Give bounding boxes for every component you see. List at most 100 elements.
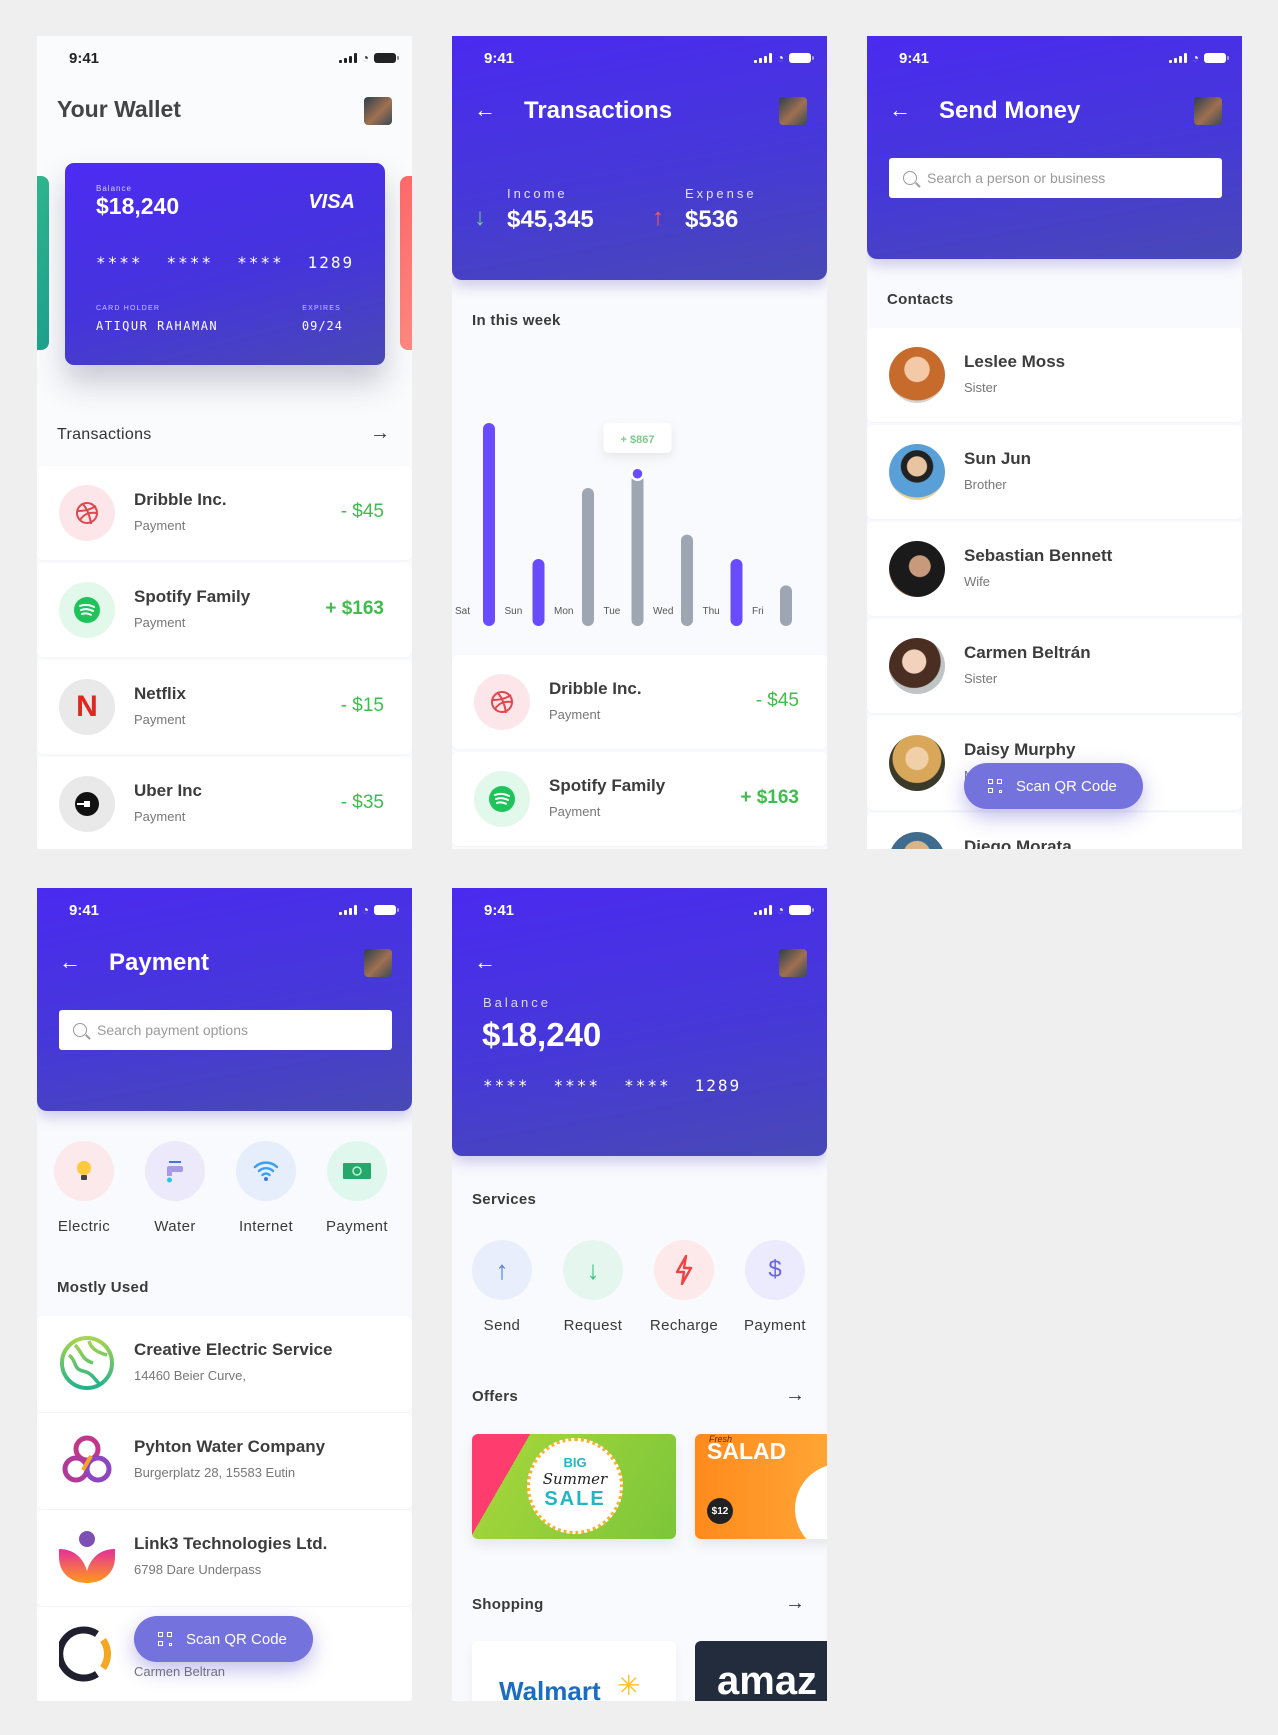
- back-arrow-icon[interactable]: ←: [474, 951, 496, 973]
- wifi-icon: ◔: [1191, 51, 1199, 65]
- service-label: Request: [563, 1317, 623, 1334]
- dribbble-icon: [59, 485, 115, 541]
- next-card[interactable]: [400, 176, 412, 350]
- see-all-offers-arrow-icon[interactable]: →: [785, 1384, 805, 1407]
- contact-name: Sun Jun: [964, 449, 1032, 468]
- category-water[interactable]: Water: [135, 1141, 215, 1235]
- contact-search-input[interactable]: [927, 170, 1222, 186]
- qr-code-icon: [986, 777, 1004, 795]
- status-bar: 9:41 ◔: [452, 36, 827, 80]
- shop-card-amazon[interactable]: amaz: [695, 1641, 827, 1701]
- wifi-icon: ◔: [776, 903, 784, 917]
- income-arrow-down-icon: ↓: [474, 204, 486, 231]
- shop-card-walmart[interactable]: Walmart ✳: [472, 1641, 676, 1701]
- income-label: Income: [507, 186, 568, 201]
- profile-avatar[interactable]: [364, 949, 392, 977]
- transaction-type: Payment: [549, 804, 601, 819]
- payment-search-input[interactable]: [97, 1022, 392, 1038]
- chart-bar-wed[interactable]: [681, 534, 693, 626]
- chart-bar-thu[interactable]: [730, 559, 743, 626]
- provider-row[interactable]: Creative Electric Service 14460 Beier Cu…: [37, 1316, 412, 1412]
- contact-row[interactable]: Carmen Beltrán Sister: [867, 619, 1242, 713]
- offer-line2: Summer: [542, 1470, 608, 1488]
- battery-icon: [789, 53, 814, 63]
- contact-row[interactable]: Sun Jun Brother: [867, 425, 1242, 519]
- chart-bar-mon[interactable]: [582, 487, 594, 626]
- scan-qr-button[interactable]: Scan QR Code: [964, 763, 1143, 809]
- service-payment[interactable]: $ Payment: [735, 1240, 815, 1334]
- netflix-icon: N: [59, 679, 115, 735]
- chart-bar-fri[interactable]: [780, 585, 792, 626]
- contact-name: Carmen Beltrán: [964, 643, 1091, 662]
- category-payment[interactable]: Payment: [317, 1141, 397, 1235]
- contact-relation: Brother: [964, 477, 1007, 492]
- chart-bar-sun[interactable]: [532, 559, 545, 626]
- offer-card-summer-sale[interactable]: BIG Summer SALE: [472, 1434, 676, 1539]
- service-recharge[interactable]: Recharge: [644, 1240, 724, 1334]
- arrow-up-icon: ↑: [472, 1240, 532, 1300]
- back-arrow-icon[interactable]: ←: [889, 99, 911, 121]
- profile-avatar[interactable]: [1194, 97, 1222, 125]
- prev-card[interactable]: [37, 176, 49, 350]
- back-arrow-icon[interactable]: ←: [59, 951, 81, 973]
- transaction-amount: - $35: [340, 792, 384, 813]
- provider-address: Burgerplatz 28, 15583 Eutin: [134, 1465, 296, 1480]
- transactions-heading: Transactions: [57, 426, 152, 443]
- profile-avatar[interactable]: [364, 97, 392, 125]
- expense-value: $536: [685, 206, 739, 233]
- offer-badge: BIG Summer SALE: [527, 1438, 623, 1534]
- contact-avatar: [889, 832, 945, 849]
- status-bar: 9:41 ◔: [37, 36, 412, 80]
- transaction-row[interactable]: N Netflix Payment - $15: [37, 660, 412, 754]
- profile-avatar[interactable]: [779, 949, 807, 977]
- transaction-row[interactable]: Dribble Inc. Payment - $45: [37, 466, 412, 560]
- service-send[interactable]: ↑ Send: [462, 1240, 542, 1334]
- contact-avatar: [889, 541, 945, 597]
- category-label: Payment: [326, 1218, 388, 1235]
- category-electric[interactable]: Electric: [44, 1141, 124, 1235]
- battery-icon: [1204, 53, 1229, 63]
- card-number-group: ****: [237, 253, 284, 272]
- search-icon: [903, 171, 917, 185]
- provider-name: Pyhton Water Company: [134, 1437, 326, 1456]
- contact-row[interactable]: Diego Morata: [867, 813, 1242, 849]
- contact-row[interactable]: Sebastian Bennett Wife: [867, 522, 1242, 616]
- transaction-row[interactable]: Dribble Inc. Payment - $45: [452, 655, 827, 749]
- contact-row[interactable]: Leslee Moss Sister: [867, 328, 1242, 422]
- chart-bar-sat[interactable]: [483, 423, 495, 626]
- profile-avatar[interactable]: [779, 97, 807, 125]
- category-internet[interactable]: Internet: [226, 1141, 306, 1235]
- mostly-used-heading: Mostly Used: [57, 1279, 149, 1296]
- transaction-row[interactable]: Uber Inc Payment - $35: [37, 757, 412, 849]
- income-value: $45,345: [507, 206, 594, 233]
- chart-bar-tue[interactable]: [631, 473, 644, 626]
- chart-selected-point[interactable]: [630, 466, 645, 481]
- transaction-row[interactable]: Spotify Family Payment + $163: [452, 752, 827, 846]
- see-all-shopping-arrow-icon[interactable]: →: [785, 1592, 805, 1615]
- wifi-icon: [236, 1141, 296, 1201]
- transaction-amount: - $45: [755, 690, 799, 711]
- transaction-name: Netflix: [134, 684, 186, 703]
- provider-ring-logo-icon: [59, 1626, 115, 1682]
- expense-label: Expense: [685, 186, 757, 201]
- service-request[interactable]: ↓ Request: [553, 1240, 633, 1334]
- signal-icon: [338, 53, 357, 63]
- offer-card-salad[interactable]: Fresh SALAD $12: [695, 1434, 827, 1539]
- status-bar: 9:41 ◔: [37, 888, 412, 932]
- scan-qr-button[interactable]: Scan QR Code: [134, 1616, 313, 1662]
- signal-icon: [753, 905, 772, 915]
- payment-search[interactable]: [59, 1010, 392, 1050]
- provider-row[interactable]: Pyhton Water Company Burgerplatz 28, 155…: [37, 1413, 412, 1509]
- provider-row[interactable]: Link3 Technologies Ltd. 6798 Dare Underp…: [37, 1510, 412, 1606]
- credit-card[interactable]: Balance $18,240 VISA **** **** **** 1289…: [65, 163, 385, 365]
- transaction-amount: - $15: [340, 695, 384, 716]
- dribbble-icon: [474, 674, 530, 730]
- transaction-row[interactable]: Spotify Family Payment + $163: [37, 563, 412, 657]
- walmart-spark-icon: ✳: [617, 1670, 641, 1701]
- category-label: Electric: [57, 1218, 111, 1235]
- arrow-down-icon: ↓: [563, 1240, 623, 1300]
- contact-search[interactable]: [889, 158, 1222, 198]
- battery-icon: [789, 905, 814, 915]
- see-all-transactions-arrow-icon[interactable]: →: [370, 422, 390, 445]
- back-arrow-icon[interactable]: ←: [474, 99, 496, 121]
